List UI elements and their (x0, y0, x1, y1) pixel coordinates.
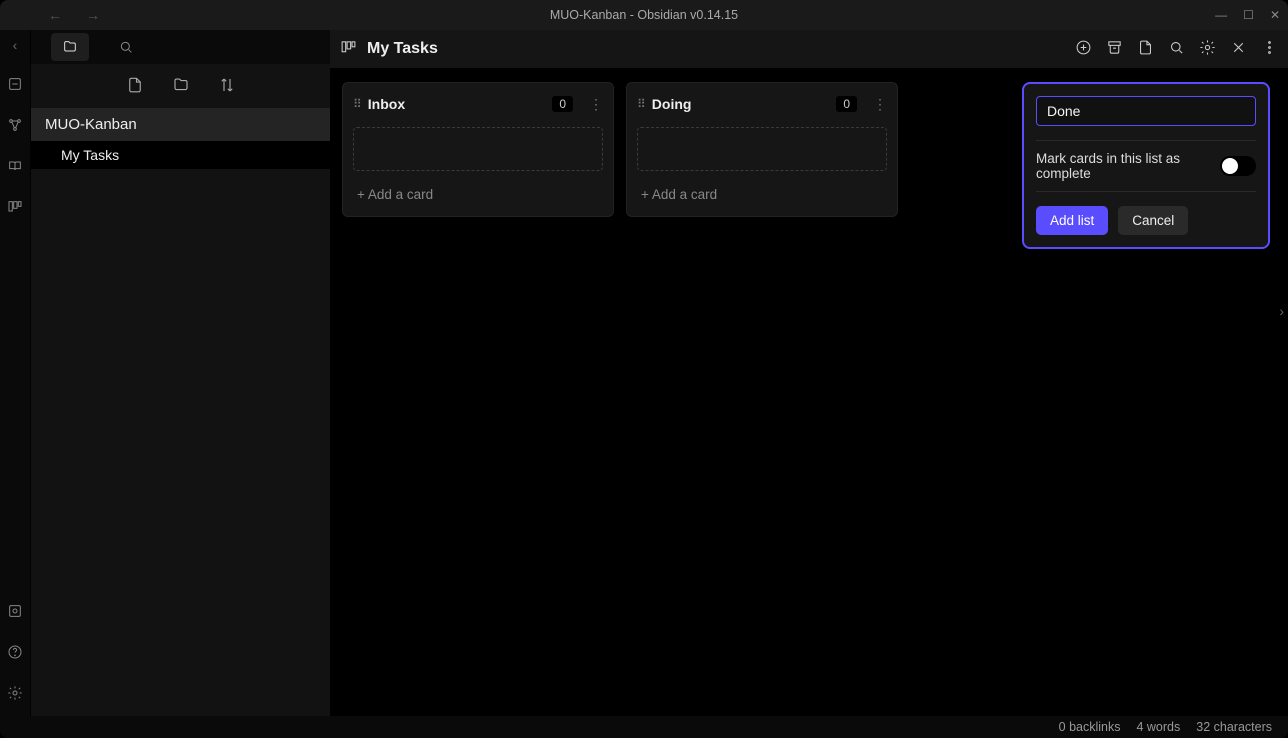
kanban-column: ⠿ Doing 0 ⋮ + Add a card (626, 82, 898, 217)
settings-icon[interactable] (7, 685, 23, 704)
nav-back-icon[interactable]: ← (48, 7, 62, 23)
ribbon: ‹ (0, 30, 30, 716)
main-pane: My Tasks ⠿ Inbox 0 ⋮ + (330, 30, 1288, 716)
collapse-left-icon[interactable]: ‹ (13, 37, 18, 53)
tab-search[interactable] (107, 33, 145, 61)
column-title[interactable]: Inbox (368, 96, 405, 112)
note-icon[interactable] (1137, 39, 1154, 59)
statusbar: 0 backlinks 4 words 32 characters (0, 716, 1288, 738)
column-menu-icon[interactable]: ⋮ (589, 96, 603, 113)
new-folder-icon[interactable] (172, 76, 190, 97)
collapse-right-icon[interactable]: › (1279, 303, 1284, 319)
page-title: My Tasks (367, 40, 438, 58)
column-title[interactable]: Doing (652, 96, 692, 112)
graph-icon[interactable] (7, 117, 23, 136)
close-pane-icon[interactable] (1230, 39, 1247, 59)
book-icon[interactable] (7, 158, 23, 177)
kanban-view-icon[interactable] (340, 39, 357, 59)
vault-name[interactable]: MUO-Kanban (31, 108, 330, 141)
new-list-panel: Mark cards in this list as complete Add … (1022, 82, 1270, 249)
nav-forward-icon[interactable]: → (86, 7, 100, 23)
more-icon[interactable] (1261, 39, 1278, 59)
archive-icon[interactable] (1106, 39, 1123, 59)
main-header: My Tasks (330, 30, 1288, 68)
card-dropzone[interactable] (353, 127, 603, 171)
kanban-icon[interactable] (7, 199, 23, 218)
column-menu-icon[interactable]: ⋮ (873, 96, 887, 113)
kanban-board: ⠿ Inbox 0 ⋮ + Add a card ⠿ Doing 0 ⋮ + A… (330, 68, 1288, 716)
sidebar: MUO-Kanban My Tasks (30, 30, 330, 716)
add-card-button[interactable]: + Add a card (343, 177, 613, 216)
add-column-icon[interactable] (1075, 39, 1092, 59)
close-window-icon[interactable]: ✕ (1270, 8, 1280, 22)
tab-files[interactable] (51, 33, 89, 61)
status-chars: 32 characters (1196, 720, 1272, 734)
drag-handle-icon[interactable]: ⠿ (353, 97, 360, 111)
sort-icon[interactable] (218, 76, 236, 97)
drag-handle-icon[interactable]: ⠿ (637, 97, 644, 111)
search-in-board-icon[interactable] (1168, 39, 1185, 59)
mark-complete-label: Mark cards in this list as complete (1036, 151, 1196, 181)
mark-complete-toggle[interactable] (1220, 156, 1256, 176)
minimize-icon[interactable]: — (1215, 8, 1227, 22)
maximize-icon[interactable]: ☐ (1243, 8, 1254, 22)
status-words: 4 words (1136, 720, 1180, 734)
status-backlinks[interactable]: 0 backlinks (1059, 720, 1121, 734)
titlebar: ← → MUO-Kanban - Obsidian v0.14.15 — ☐ ✕ (0, 0, 1288, 30)
help-icon[interactable] (7, 644, 23, 663)
kanban-column: ⠿ Inbox 0 ⋮ + Add a card (342, 82, 614, 217)
board-settings-icon[interactable] (1199, 39, 1216, 59)
column-count: 0 (552, 96, 573, 112)
new-file-icon[interactable] (126, 76, 144, 97)
quick-switch-icon[interactable] (7, 76, 23, 95)
new-list-name-input[interactable] (1036, 96, 1256, 126)
add-card-button[interactable]: + Add a card (627, 177, 897, 216)
add-list-button[interactable]: Add list (1036, 206, 1108, 235)
cancel-button[interactable]: Cancel (1118, 206, 1188, 235)
file-item[interactable]: My Tasks (31, 141, 330, 169)
window-title: MUO-Kanban - Obsidian v0.14.15 (0, 8, 1288, 22)
vault-icon[interactable] (7, 603, 23, 622)
card-dropzone[interactable] (637, 127, 887, 171)
column-count: 0 (836, 96, 857, 112)
